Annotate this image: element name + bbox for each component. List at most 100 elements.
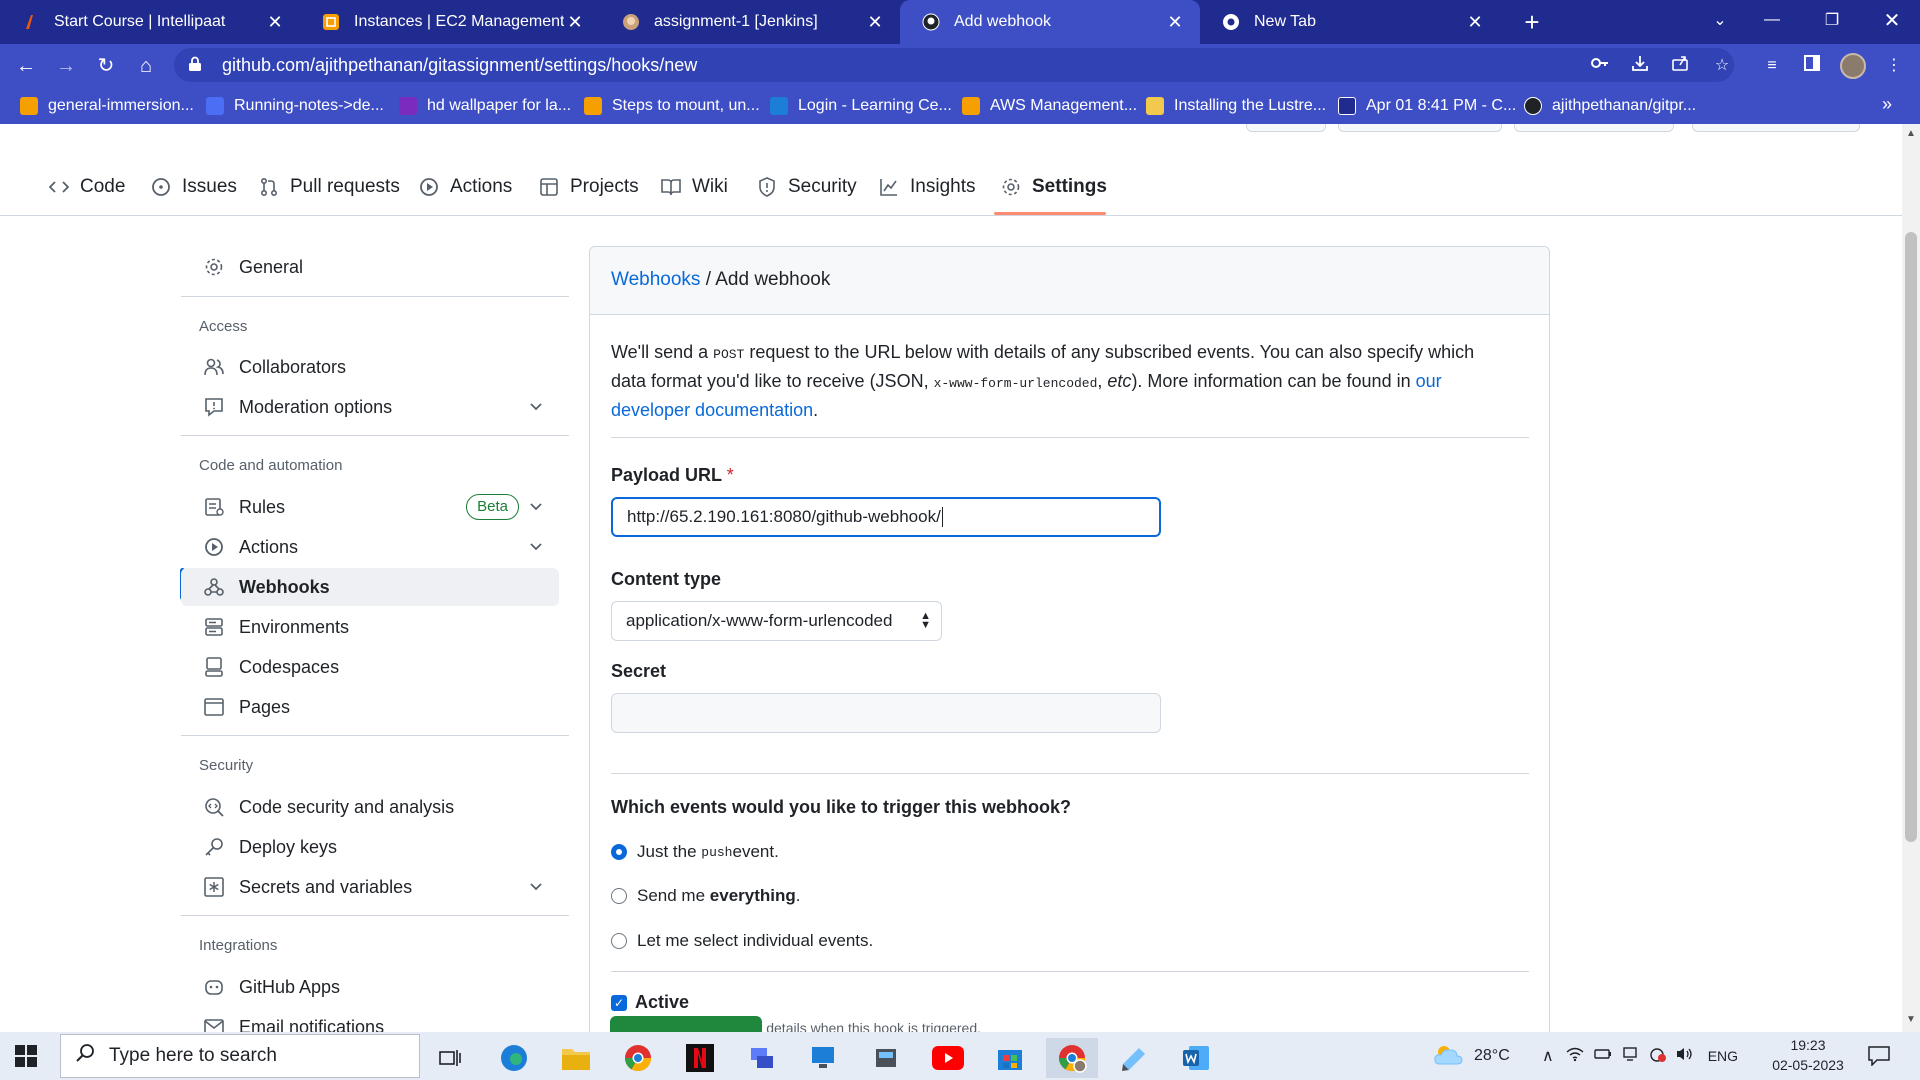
event-option-push[interactable]: Just the push event.: [611, 839, 779, 865]
bookmark-item[interactable]: Installing the Lustre...: [1146, 95, 1326, 117]
bookmark-item[interactable]: general-immersion...: [20, 95, 194, 117]
add-webhook-button[interactable]: [610, 1016, 762, 1032]
forward-button[interactable]: →: [52, 52, 80, 80]
close-icon[interactable]: ✕: [1164, 12, 1186, 33]
side-panel-icon[interactable]: [1800, 54, 1824, 78]
secret-input[interactable]: [611, 693, 1161, 733]
sidebar-item-pages[interactable]: Pages: [181, 688, 559, 726]
active-checkbox[interactable]: ✓: [611, 995, 627, 1011]
notifications-icon[interactable]: [1868, 1032, 1890, 1080]
menu-kebab-icon[interactable]: ⋮: [1882, 54, 1906, 78]
sidebar-item-webhooks[interactable]: Webhooks: [181, 568, 559, 606]
radio-unselected[interactable]: [611, 888, 627, 904]
sidebar-item-rules[interactable]: Rules Beta: [181, 488, 559, 526]
bookmark-item[interactable]: ajithpethanan/gitpr...: [1524, 95, 1696, 117]
header-button[interactable]: [1338, 124, 1502, 132]
new-tab-button[interactable]: +: [1518, 8, 1546, 36]
scroll-down-icon[interactable]: ▼: [1906, 1014, 1916, 1025]
radio-selected[interactable]: [611, 844, 627, 860]
battery-icon[interactable]: [1594, 1047, 1612, 1066]
tab-projects[interactable]: Projects: [538, 170, 639, 204]
profile-avatar[interactable]: [1840, 53, 1866, 79]
header-button[interactable]: [1692, 124, 1860, 132]
chrome-profile-icon[interactable]: [1046, 1038, 1098, 1078]
page-scrollbar[interactable]: ▲ ▼: [1902, 124, 1920, 1032]
bookmark-star-icon[interactable]: ☆: [1710, 54, 1734, 78]
chevron-down-icon[interactable]: [527, 537, 545, 555]
sidebar-item-deploy-keys[interactable]: Deploy keys: [181, 828, 559, 866]
breadcrumb-webhooks-link[interactable]: Webhooks: [611, 269, 700, 290]
home-button[interactable]: ⌂: [132, 52, 160, 80]
browser-tab[interactable]: Instances | EC2 Management Con ✕: [300, 0, 600, 44]
tab-wiki[interactable]: Wiki: [660, 170, 728, 204]
radio-unselected[interactable]: [611, 933, 627, 949]
tab-issues[interactable]: Issues: [150, 170, 237, 204]
edge-icon[interactable]: [488, 1038, 540, 1078]
key-icon[interactable]: [1588, 54, 1612, 78]
netflix-icon[interactable]: [674, 1038, 726, 1078]
chrome-icon[interactable]: [612, 1038, 664, 1078]
device-icon[interactable]: [1622, 1046, 1638, 1067]
bookmark-item[interactable]: Steps to mount, un...: [584, 95, 760, 117]
app-icon[interactable]: [860, 1038, 912, 1078]
sidebar-item-email-notifications[interactable]: Email notifications: [181, 1008, 559, 1032]
payload-url-input[interactable]: http://65.2.190.161:8080/github-webhook/: [611, 497, 1161, 537]
sidebar-item-secrets[interactable]: Secrets and variables: [181, 868, 559, 906]
weather-widget[interactable]: 28°C: [1432, 1032, 1510, 1080]
language-indicator[interactable]: ENG: [1708, 1048, 1738, 1064]
sidebar-item-general[interactable]: General: [181, 248, 559, 286]
browser-tab[interactable]: assignment-1 [Jenkins] ✕: [600, 0, 900, 44]
youtube-icon[interactable]: [922, 1038, 974, 1078]
chevron-up-icon[interactable]: ∧: [1542, 1046, 1554, 1066]
browser-tab[interactable]: Start Course | Intellipaat ✕: [0, 0, 300, 44]
close-icon[interactable]: ✕: [1464, 12, 1486, 33]
close-window-button[interactable]: ✕: [1862, 0, 1920, 40]
chevron-down-icon[interactable]: [527, 497, 545, 515]
chevron-down-icon[interactable]: [527, 397, 545, 415]
wifi-icon[interactable]: [1566, 1046, 1584, 1067]
header-button[interactable]: [1514, 124, 1674, 132]
close-icon[interactable]: ✕: [564, 12, 586, 33]
share-icon[interactable]: [1668, 54, 1692, 78]
browser-tab[interactable]: New Tab ✕: [1200, 0, 1500, 44]
word-icon[interactable]: [1170, 1038, 1222, 1078]
bookmark-item[interactable]: AWS Management...: [962, 95, 1137, 117]
sidebar-item-actions[interactable]: Actions: [181, 528, 559, 566]
tab-search-chevron-icon[interactable]: ⌄: [1690, 0, 1750, 40]
bookmark-item[interactable]: Login - Learning Ce...: [770, 95, 952, 117]
content-type-select[interactable]: application/x-www-form-urlencoded ▲ ▼: [611, 601, 942, 641]
reload-button[interactable]: ↻: [92, 52, 120, 80]
notepad-icon[interactable]: [1108, 1038, 1160, 1078]
back-button[interactable]: ←: [12, 52, 40, 80]
bookmark-item[interactable]: Running-notes->de...: [206, 95, 384, 117]
clock[interactable]: 19:23 02-05-2023: [1762, 1035, 1854, 1075]
event-option-everything[interactable]: Send me everything.: [611, 883, 801, 909]
close-icon[interactable]: ✕: [864, 12, 886, 33]
bookmark-item[interactable]: hd wallpaper for la...: [399, 95, 571, 117]
more-bookmarks-icon[interactable]: »: [1882, 94, 1892, 115]
network-alert-icon[interactable]: [1648, 1046, 1666, 1067]
tab-pull-requests[interactable]: Pull requests: [258, 170, 400, 204]
remote-desktop-icon[interactable]: [798, 1038, 850, 1078]
close-icon[interactable]: ✕: [264, 12, 286, 33]
scroll-up-icon[interactable]: ▲: [1906, 128, 1916, 139]
sidebar-item-codespaces[interactable]: Codespaces: [181, 648, 559, 686]
address-bar[interactable]: github.com/ajithpethanan/gitassignment/s…: [174, 48, 1734, 82]
store-icon[interactable]: [984, 1038, 1036, 1078]
event-option-individual[interactable]: Let me select individual events.: [611, 928, 873, 954]
sidebar-item-moderation-options[interactable]: Moderation options: [181, 388, 559, 426]
tab-code[interactable]: Code: [48, 170, 125, 204]
reading-list-icon[interactable]: ≡: [1760, 54, 1784, 78]
volume-icon[interactable]: [1676, 1046, 1694, 1067]
restore-button[interactable]: ❐: [1802, 0, 1862, 40]
chevron-down-icon[interactable]: [527, 877, 545, 895]
header-button[interactable]: [1246, 124, 1326, 132]
scroll-thumb[interactable]: [1905, 232, 1917, 842]
network-app-icon[interactable]: [736, 1038, 788, 1078]
task-view-icon[interactable]: [424, 1038, 476, 1078]
minimize-button[interactable]: —: [1742, 0, 1802, 40]
sidebar-item-github-apps[interactable]: GitHub Apps: [181, 968, 559, 1006]
file-explorer-icon[interactable]: [550, 1038, 602, 1078]
taskbar-search[interactable]: Type here to search: [60, 1034, 420, 1078]
tab-security[interactable]: Security: [756, 170, 857, 204]
